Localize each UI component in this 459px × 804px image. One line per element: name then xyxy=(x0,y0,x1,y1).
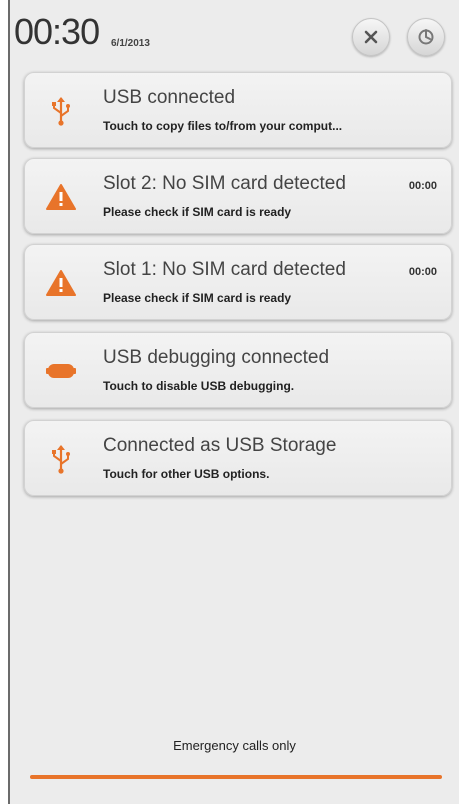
notification-title: USB debugging connected xyxy=(103,347,330,368)
notification-subtitle: Touch to copy files to/from your comput.… xyxy=(103,119,343,133)
notification-time: 00:00 xyxy=(408,266,437,278)
clear-notifications-button[interactable] xyxy=(352,18,390,56)
close-icon xyxy=(364,30,378,44)
usb-icon xyxy=(41,93,81,129)
notification-usb-connected[interactable]: USB connected Touch to copy files to/fro… xyxy=(24,72,452,148)
warning-icon xyxy=(41,265,81,301)
android-debug-icon xyxy=(41,353,81,389)
usb-icon xyxy=(41,441,81,477)
notification-title: Connected as USB Storage xyxy=(103,435,337,456)
notification-subtitle: Please check if SIM card is ready xyxy=(103,291,292,305)
notification-subtitle: Touch to disable USB debugging. xyxy=(103,379,295,393)
notification-subtitle: Please check if SIM card is ready xyxy=(103,205,292,219)
clock-date: 6/1/2013 xyxy=(111,38,150,49)
notification-slot2-no-sim[interactable]: Slot 2: No SIM card detected 00:00 Pleas… xyxy=(24,158,452,234)
notification-usb-storage[interactable]: Connected as USB Storage Touch for other… xyxy=(24,420,452,496)
settings-icon xyxy=(418,29,434,45)
panel-drag-handle[interactable] xyxy=(30,775,442,779)
notification-panel: 00:30 6/1/2013 USB connected Touch to co… xyxy=(8,0,459,804)
clock-time: 00:30 xyxy=(14,11,100,52)
notification-title: Slot 2: No SIM card detected xyxy=(103,173,346,194)
carrier-status-text: Emergency calls only xyxy=(173,738,296,753)
warning-icon xyxy=(41,179,81,215)
notification-time: 00:00 xyxy=(408,180,437,192)
notification-title: USB connected xyxy=(103,87,236,108)
notification-title: Slot 1: No SIM card detected xyxy=(103,259,346,280)
notification-slot1-no-sim[interactable]: Slot 1: No SIM card detected 00:00 Pleas… xyxy=(24,244,452,320)
notification-usb-debugging[interactable]: USB debugging connected Touch to disable… xyxy=(24,332,452,408)
notification-subtitle: Touch for other USB options. xyxy=(103,467,270,481)
panel-header: 00:30 6/1/2013 xyxy=(10,0,459,72)
settings-button[interactable] xyxy=(407,18,445,56)
